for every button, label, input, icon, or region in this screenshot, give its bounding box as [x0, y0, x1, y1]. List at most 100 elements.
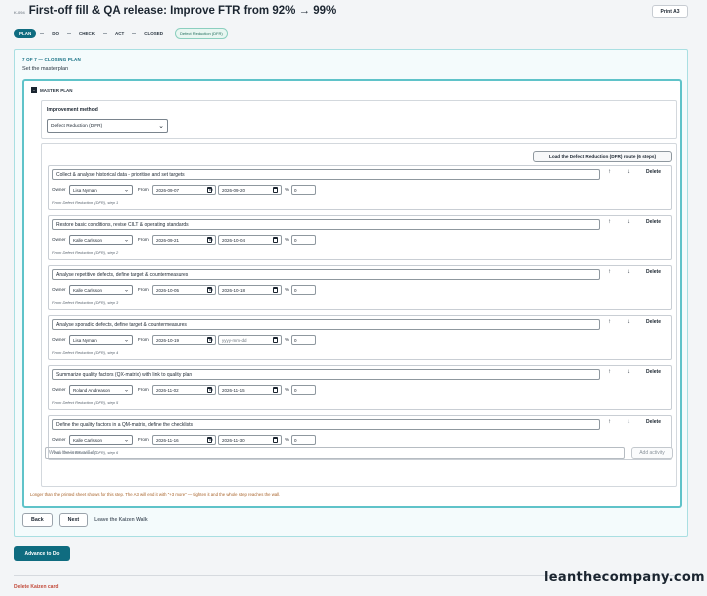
source-note: From Defect Reduction (DFR), step 3	[52, 300, 119, 305]
move-down-icon[interactable]: ↓	[627, 319, 630, 325]
move-down-icon[interactable]: ↓	[627, 369, 630, 375]
delete-card-link[interactable]: Delete Kaizen card	[14, 584, 58, 590]
move-up-icon[interactable]: ↑	[608, 369, 611, 375]
delete-button[interactable]: Delete	[646, 419, 661, 425]
to-date-value: 2026-09-20	[222, 187, 246, 193]
to-date-input[interactable]: 2026-09-20	[218, 185, 282, 195]
phase-check[interactable]: CHECK	[75, 29, 99, 38]
owner-select[interactable]: Lisa Nyman ⌄	[69, 185, 133, 195]
collapse-icon[interactable]: −	[31, 87, 37, 93]
delete-button[interactable]: Delete	[646, 269, 661, 275]
calendar-icon[interactable]	[273, 387, 278, 393]
move-up-icon[interactable]: ↑	[608, 319, 611, 325]
delete-button[interactable]: Delete	[646, 169, 661, 175]
percent-input[interactable]: 0	[291, 185, 316, 195]
back-button[interactable]: Back	[22, 513, 53, 527]
to-date-input[interactable]: 2026-11-15	[218, 385, 282, 395]
to-date-placeholder: yyyy-mm-dd	[222, 337, 247, 343]
owner-label: Owner	[52, 187, 66, 192]
activity-input[interactable]: Define the quality factors in a QM-matri…	[52, 419, 600, 430]
method-select-value: Defect Reduction (DFR)	[51, 123, 103, 129]
delete-button[interactable]: Delete	[646, 319, 661, 325]
activity-input[interactable]: Analyse repetitive defects, define targe…	[52, 269, 600, 280]
percent-label: %	[285, 437, 290, 442]
activities-section: Load the Defect Reduction (DFR) route (6…	[41, 143, 677, 487]
from-date-input[interactable]: 2026-09-21	[152, 235, 216, 245]
percent-input[interactable]: 0	[291, 285, 316, 295]
move-down-icon[interactable]: ↓	[627, 219, 630, 225]
activity-row: Analyse repetitive defects, define targe…	[48, 265, 672, 310]
move-up-icon[interactable]: ↑	[608, 419, 611, 425]
from-date-value: 2026-11-02	[156, 387, 179, 393]
delete-button[interactable]: Delete	[646, 369, 661, 375]
to-label: To	[208, 237, 213, 242]
move-down-icon[interactable]: ↓	[627, 169, 630, 175]
percent-label: %	[285, 287, 290, 292]
to-date-value: 2026-11-15	[222, 387, 245, 393]
method-select[interactable]: Defect Reduction (DFR) ⌄	[47, 119, 168, 133]
activity-input[interactable]: Summarize quality factors (QX-matrix) wi…	[52, 369, 600, 380]
master-plan-panel: − MASTER PLAN Improvement method Defect …	[22, 79, 682, 508]
calendar-icon[interactable]	[273, 187, 278, 193]
phase-closed[interactable]: CLOSED	[140, 29, 167, 38]
load-route-button[interactable]: Load the Defect Reduction (DFR) route (6…	[533, 151, 672, 162]
add-activity-button[interactable]: Add activity	[631, 447, 673, 459]
master-plan-header[interactable]: − MASTER PLAN	[31, 87, 73, 93]
from-label: From	[138, 437, 149, 442]
phase-plan[interactable]: PLAN	[14, 29, 37, 38]
from-label: From	[138, 187, 149, 192]
move-up-icon[interactable]: ↑	[608, 269, 611, 275]
percent-input[interactable]: 0	[291, 335, 316, 345]
phase-separator	[132, 33, 137, 34]
to-date-input[interactable]: 2026-10-04	[218, 235, 282, 245]
phase-separator	[103, 33, 108, 34]
to-date-input[interactable]: 2026-10-18	[218, 285, 282, 295]
from-date-input[interactable]: 2026-09-07	[152, 185, 216, 195]
from-date-value: 2026-10-05	[156, 287, 180, 293]
activity-input[interactable]: Analyse sporadic defects, define target …	[52, 319, 600, 330]
activity-input[interactable]: Restore basic conditions, revise CILT & …	[52, 219, 600, 230]
move-up-icon[interactable]: ↑	[608, 169, 611, 175]
move-up-icon[interactable]: ↑	[608, 219, 611, 225]
move-down-icon[interactable]: ↓	[627, 269, 630, 275]
from-date-input[interactable]: 2026-10-19	[152, 335, 216, 345]
owner-label: Owner	[52, 387, 66, 392]
to-date-input[interactable]: 2026-11-30	[218, 435, 282, 445]
activity-row: Collect & analyse historical data - prio…	[48, 165, 672, 210]
owner-select[interactable]: Kalle Carlsson ⌄	[69, 435, 133, 445]
from-date-input[interactable]: 2026-10-05	[152, 285, 216, 295]
phase-act[interactable]: ACT	[111, 29, 128, 38]
percent-input[interactable]: 0	[291, 385, 316, 395]
owner-value: Roland Andreason	[73, 387, 111, 393]
owner-select[interactable]: Lisa Nyman ⌄	[69, 335, 133, 345]
from-date-input[interactable]: 2026-11-16	[152, 435, 216, 445]
percent-input[interactable]: 0	[291, 435, 316, 445]
owner-value: Kalle Carlsson	[73, 287, 103, 293]
percent-input[interactable]: 0	[291, 235, 316, 245]
calendar-icon[interactable]	[273, 237, 278, 243]
advance-button[interactable]: Advance to Do	[14, 546, 70, 561]
delete-button[interactable]: Delete	[646, 219, 661, 225]
calendar-icon[interactable]	[273, 437, 278, 443]
next-button[interactable]: Next	[58, 513, 89, 527]
page-header: K-094 First-off fill & QA release: Impro…	[14, 5, 336, 17]
new-activity-input[interactable]: What the team will do	[45, 447, 625, 459]
owner-select[interactable]: Roland Andreason ⌄	[69, 385, 133, 395]
from-label: From	[138, 237, 149, 242]
owner-select[interactable]: Kalle Carlsson ⌄	[69, 235, 133, 245]
chevron-down-icon: ⌄	[123, 387, 129, 394]
percent-label: %	[285, 337, 290, 342]
activity-input[interactable]: Collect & analyse historical data - prio…	[52, 169, 600, 180]
phase-do[interactable]: DO	[48, 29, 63, 38]
from-date-input[interactable]: 2026-11-02	[152, 385, 216, 395]
print-a3-button[interactable]: Print A3	[652, 5, 688, 18]
calendar-icon[interactable]	[273, 337, 278, 343]
to-date-input[interactable]: yyyy-mm-dd	[218, 335, 282, 345]
owner-select[interactable]: Kalle Carlsson ⌄	[69, 285, 133, 295]
from-date-value: 2026-10-19	[156, 337, 180, 343]
leave-walk-link[interactable]: Leave the Kaizen Walk	[94, 517, 147, 523]
phase-stepper: PLAN DO CHECK ACT CLOSED Defect Reductio…	[14, 28, 228, 39]
method-label: Improvement method	[47, 107, 98, 113]
from-date-value: 2026-09-21	[156, 237, 180, 243]
calendar-icon[interactable]	[273, 287, 278, 293]
